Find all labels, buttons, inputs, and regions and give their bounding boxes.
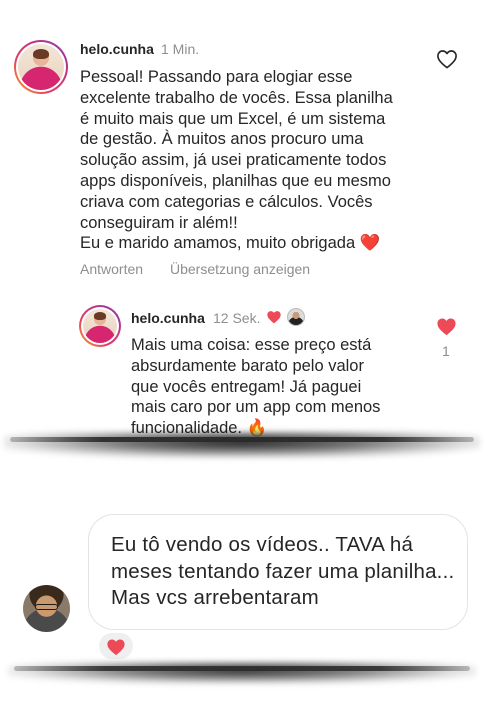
comment-timestamp: 1 Min. [161, 41, 200, 57]
reply-commenter-avatar[interactable] [79, 305, 121, 347]
message-text: Eu tô vendo os vídeos.. TAVA há meses te… [111, 533, 455, 609]
creator-avatar [287, 308, 305, 326]
heart-outline-icon[interactable] [436, 49, 458, 69]
message-panel-shadow-line [14, 666, 470, 671]
comments-panel: helo.cunha 1 Min. Pessoal! Passando para… [0, 0, 484, 440]
translate-button[interactable]: Übersetzung anzeigen [170, 261, 310, 277]
reply-like-count: 1 [442, 343, 450, 359]
panel-shadow-line [10, 437, 474, 442]
red-heart-reaction-icon [107, 639, 125, 656]
sender-avatar[interactable] [23, 585, 70, 632]
message-reaction[interactable] [97, 631, 135, 661]
red-heart-icon[interactable] [436, 317, 457, 336]
screenshot-collage: helo.cunha 1 Min. Pessoal! Passando para… [0, 0, 484, 718]
reply-text: Mais uma coisa: esse preço está absurdam… [131, 336, 381, 438]
reply-timestamp: 12 Sek. [213, 310, 261, 326]
comment-username[interactable]: helo.cunha [80, 41, 154, 57]
creator-liked-heart-icon [267, 311, 281, 324]
comment-text: Pessoal! Passando para elogiar esse exce… [80, 68, 393, 253]
reply-username[interactable]: helo.cunha [131, 310, 205, 326]
commenter-avatar[interactable] [14, 40, 68, 94]
panel-shadow [4, 432, 480, 458]
reply-button[interactable]: Antworten [80, 261, 143, 277]
